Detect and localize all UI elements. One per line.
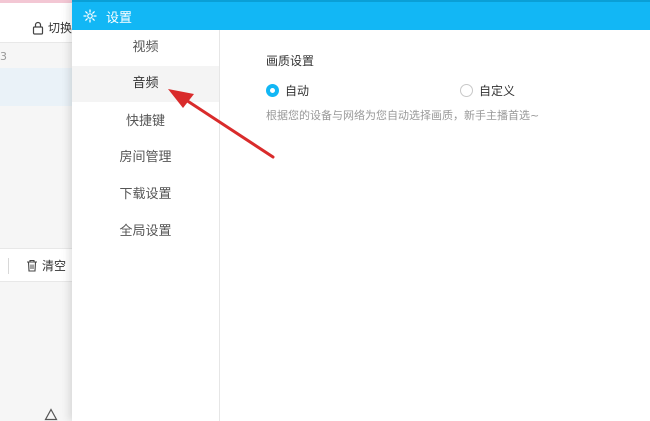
switch-label: 切换: [48, 21, 73, 35]
quality-hint: 根据您的设备与网络为您自动选择画质，新手主播首选~: [266, 109, 540, 122]
row-number: 3: [0, 50, 7, 63]
divider: [8, 258, 9, 274]
clear-label: 清空: [42, 259, 67, 273]
switch-button[interactable]: 切换: [32, 19, 72, 36]
sidebar-item-label: 视频: [132, 40, 159, 55]
trash-icon: [27, 259, 37, 272]
quality-custom-label: 自定义: [479, 84, 516, 98]
quality-section-title: 画质设置: [266, 54, 315, 68]
dialog-titlebar[interactable]: 设置: [72, 0, 650, 30]
clear-button[interactable]: 清空: [26, 257, 66, 274]
quality-custom-option[interactable]: 自定义: [460, 82, 515, 99]
lock-icon: [32, 21, 44, 35]
settings-sidebar: 视频 音频 快捷键 房间管理 下载设置 全局设置: [72, 30, 220, 421]
sidebar-item-label: 房间管理: [119, 150, 172, 165]
background-toolbar: 切换: [0, 3, 72, 43]
radio-checked-icon[interactable]: [266, 84, 279, 97]
radio-unchecked-icon[interactable]: [460, 84, 473, 97]
sidebar-item-room-management[interactable]: 房间管理: [72, 140, 219, 176]
background-action-bar: 清空: [0, 248, 72, 282]
sidebar-item-label: 下载设置: [119, 187, 172, 202]
sidebar-item-download-settings[interactable]: 下载设置: [72, 177, 219, 213]
sidebar-item-audio[interactable]: 音频: [72, 66, 219, 102]
sidebar-item-shortcuts[interactable]: 快捷键: [72, 104, 219, 140]
settings-content: 画质设置 自动 自定义 根据您的设备与网络为您自动选择画质，新手主播首选~: [220, 30, 650, 421]
quality-auto-label: 自动: [285, 84, 310, 98]
sidebar-item-label: 快捷键: [125, 114, 165, 129]
settings-dialog: 设置 视频 音频 快捷键 房间管理 下载设置 全局设置 画质设置 自动 自定义: [72, 0, 650, 421]
sidebar-item-global-settings[interactable]: 全局设置: [72, 214, 219, 250]
triangle-icon[interactable]: [44, 408, 58, 421]
dialog-title: 设置: [106, 10, 133, 26]
quality-auto-option[interactable]: 自动: [266, 82, 309, 99]
sidebar-item-label: 全局设置: [119, 224, 172, 239]
sidebar-item-video[interactable]: 视频: [72, 30, 219, 66]
sidebar-item-label: 音频: [132, 76, 159, 91]
gear-icon: [83, 9, 97, 23]
selected-row[interactable]: [0, 68, 72, 106]
